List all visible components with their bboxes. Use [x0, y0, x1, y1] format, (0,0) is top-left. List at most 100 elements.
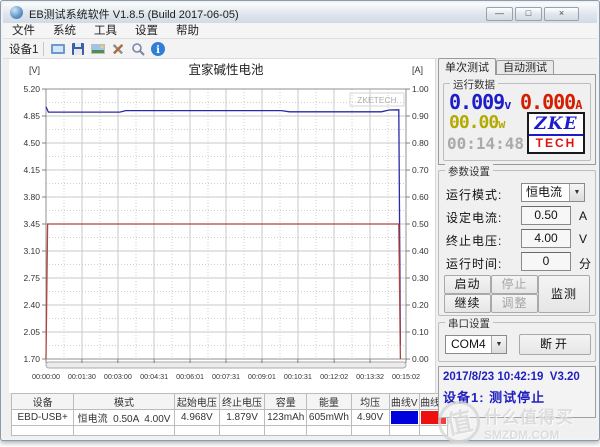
chevron-down-icon[interactable]: ▼ [491, 336, 506, 353]
test-mode-tabs: 单次测试 自动测试 [438, 58, 554, 75]
svg-text:0.20: 0.20 [412, 300, 429, 310]
menu-file[interactable]: 文件 [3, 23, 44, 38]
run-mode-select[interactable]: 恒电流 ▼ [521, 183, 585, 202]
status-box: 2017/8/23 10:42:19 V3.20 设备1: 测试停止 [438, 366, 596, 418]
start-button[interactable]: 启动 [444, 275, 491, 294]
run-mode-label: 运行模式: [446, 188, 503, 202]
col-energy: 能量 [306, 393, 352, 410]
set-current-label: 设定电流: [446, 211, 503, 225]
tools-icon[interactable] [108, 40, 128, 58]
save-icon[interactable] [68, 40, 88, 58]
menu-help[interactable]: 帮助 [167, 23, 208, 38]
elapsed-time-readout: 00:14:48 [447, 134, 525, 153]
svg-text:00:09:01: 00:09:01 [248, 372, 276, 381]
right-panel: 单次测试 自动测试 运行数据 0.009v 0.000A 00.00w 00:1… [438, 58, 598, 418]
set-current-input[interactable]: 0.50 [521, 206, 571, 225]
cell-start-voltage: 4.968V [173, 409, 220, 426]
disconnect-button[interactable]: 断开 [519, 334, 591, 355]
monitor-icon[interactable] [48, 40, 68, 58]
app-window: EB测试系统软件 V1.8.5 (Build 2017-06-05) — □ ×… [0, 0, 600, 441]
svg-text:00:07:31: 00:07:31 [212, 372, 240, 381]
app-icon [10, 6, 23, 19]
cell-mode: 恒电流 0.50A 4.00V [73, 409, 175, 426]
col-start-voltage: 起始电压 [173, 393, 220, 410]
adjust-button: 调整 [491, 294, 538, 313]
curve-v-swatch [390, 411, 418, 424]
minimize-button[interactable]: — [486, 7, 513, 21]
svg-text:00:10:31: 00:10:31 [284, 372, 312, 381]
svg-text:2.05: 2.05 [23, 327, 40, 337]
voltage-readout: 0.009v [449, 90, 512, 114]
run-time-row: 运行时间: 0 分 [446, 252, 592, 271]
svg-text:5.20: 5.20 [23, 84, 40, 94]
battery-discharge-chart: ZKETECH 5.20 4.85 4.50 4.15 3.80 3.45 3.10 2.75 2… [9, 59, 435, 393]
main-content: ZKETECH 5.20 4.85 4.50 4.15 3.80 3.45 3.10 2.75 2… [3, 58, 598, 437]
menu-settings[interactable]: 设置 [126, 23, 167, 38]
status-message: 设备1: 测试停止 [443, 390, 546, 405]
chevron-down-icon[interactable]: ▼ [569, 184, 584, 201]
parameters-label: 参数设置 [445, 164, 493, 179]
svg-text:00:04:31: 00:04:31 [140, 372, 168, 381]
table-header-row: 设备 模式 起始电压 终止电压 容量 能量 均压 曲线V 曲线A [10, 393, 449, 410]
svg-text:4.85: 4.85 [23, 111, 40, 121]
device-tab-label[interactable]: 设备1 [3, 41, 43, 57]
monitor-button[interactable]: 监测 [538, 275, 590, 313]
zoom-search-icon[interactable] [128, 40, 148, 58]
cell-end-voltage: 1.879V [218, 409, 266, 426]
serial-port-group: 串口设置 COM4 ▼ 断开 [438, 316, 596, 362]
info-icon[interactable]: i [148, 40, 168, 58]
svg-text:宜家碱性电池: 宜家碱性电池 [188, 62, 264, 77]
close-button[interactable]: × [544, 7, 579, 21]
tab-single-test[interactable]: 单次测试 [438, 58, 496, 75]
status-timestamp: 2017/8/23 10:42:19 V3.20 [443, 371, 580, 383]
svg-text:00:01:30: 00:01:30 [68, 372, 96, 381]
svg-text:3.10: 3.10 [23, 246, 40, 256]
cutoff-voltage-input[interactable]: 4.00 [521, 229, 571, 248]
svg-text:4.15: 4.15 [23, 165, 40, 175]
zke-tech-logo: ZKE TECH [527, 112, 585, 154]
run-mode-row: 运行模式: 恒电流 ▼ [439, 183, 595, 203]
maximize-button[interactable]: □ [515, 7, 542, 21]
window-title: EB测试系统软件 V1.8.5 (Build 2017-06-05) [29, 9, 239, 21]
title-bar[interactable]: EB测试系统软件 V1.8.5 (Build 2017-06-05) — □ × [3, 3, 597, 23]
power-readout: 00.00w [449, 112, 506, 133]
cell-avg-voltage: 4.90V [350, 409, 390, 426]
single-test-page: 运行数据 0.009v 0.000A 00.00w 00:14:48 ZKE T… [438, 74, 596, 165]
col-end-voltage: 终止电压 [218, 393, 266, 410]
panel-divider [435, 59, 436, 419]
svg-text:00:13:32: 00:13:32 [356, 372, 384, 381]
run-data-group: 运行数据 0.009v 0.000A 00.00w 00:14:48 ZKE T… [443, 77, 591, 161]
svg-text:00:12:02: 00:12:02 [320, 372, 348, 381]
svg-text:2.40: 2.40 [23, 300, 40, 310]
tab-auto-test[interactable]: 自动测试 [496, 60, 554, 75]
col-curve-v: 曲线V [388, 393, 420, 410]
export-image-icon[interactable] [88, 40, 108, 58]
menu-tools[interactable]: 工具 [85, 23, 126, 38]
stop-button: 停止 [491, 275, 538, 294]
toolbar-separator [43, 41, 45, 56]
svg-text:00:00:00: 00:00:00 [32, 372, 60, 381]
svg-text:3.45: 3.45 [23, 219, 40, 229]
svg-text:00:06:01: 00:06:01 [176, 372, 204, 381]
cell-curve-v[interactable] [388, 409, 420, 426]
continue-button[interactable]: 继续 [444, 294, 491, 313]
menu-system[interactable]: 系统 [44, 23, 85, 38]
svg-text:0.90: 0.90 [412, 111, 429, 121]
table-row[interactable]: EBD-USB+ 恒电流 0.50A 4.00V 4.968V 1.879V 1… [10, 409, 449, 426]
svg-text:0.00: 0.00 [412, 354, 429, 364]
com-port-select[interactable]: COM4 ▼ [445, 335, 507, 354]
parameters-group: 参数设置 运行模式: 恒电流 ▼ 设定电流: 0.50 A 终止电压: 4.00 [438, 164, 596, 316]
svg-text:4.50: 4.50 [23, 138, 40, 148]
results-table: 设备 模式 起始电压 终止电压 容量 能量 均压 曲线V 曲线A EBD-USB… [10, 393, 449, 436]
cell-capacity: 123mAh [264, 409, 308, 426]
svg-text:ZKETECH: ZKETECH [357, 95, 397, 105]
svg-text:00:03:00: 00:03:00 [104, 372, 132, 381]
run-time-input[interactable]: 0 [521, 252, 571, 271]
svg-text:1.00: 1.00 [412, 84, 429, 94]
col-capacity: 容量 [264, 393, 308, 410]
svg-text:2.75: 2.75 [23, 273, 40, 283]
run-time-label: 运行时间: [446, 257, 503, 271]
toolbar: 设备1 i [3, 39, 597, 59]
svg-text:0.30: 0.30 [412, 273, 429, 283]
svg-text:0.70: 0.70 [412, 165, 429, 175]
